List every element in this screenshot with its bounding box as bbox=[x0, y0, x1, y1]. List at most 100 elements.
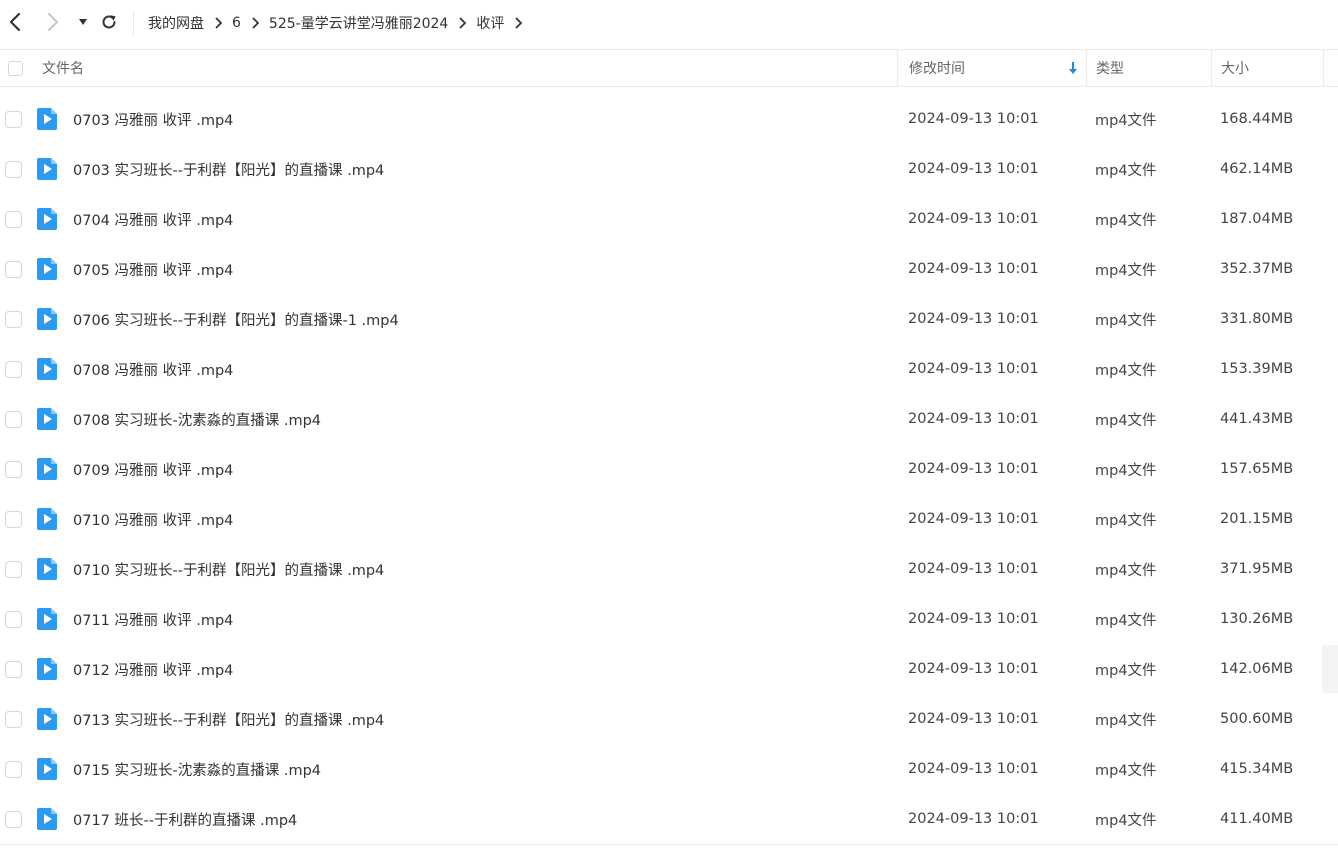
file-type: mp4文件 bbox=[1095, 462, 1157, 479]
file-type: mp4文件 bbox=[1095, 362, 1157, 379]
file-name[interactable]: 0710 冯雅丽 收评 .mp4 bbox=[73, 494, 233, 544]
file-browser: 我的网盘 6 525-量学云讲堂冯雅丽2024 收评 文件名 修改时间 类型 大… bbox=[0, 0, 1338, 862]
file-size: 411.40MB bbox=[1220, 811, 1294, 827]
refresh-button[interactable] bbox=[97, 10, 121, 34]
row-checkbox-cell bbox=[5, 744, 22, 794]
file-type: mp4文件 bbox=[1095, 112, 1157, 129]
row-checkbox-cell bbox=[5, 644, 22, 694]
file-type: mp4文件 bbox=[1095, 712, 1157, 729]
breadcrumb-chevron-icon bbox=[241, 17, 269, 29]
breadcrumb-item-course-folder[interactable]: 525-量学云讲堂冯雅丽2024 bbox=[269, 13, 448, 33]
row-checkbox[interactable] bbox=[5, 460, 22, 478]
row-checkbox[interactable] bbox=[5, 710, 22, 728]
row-checkbox-cell bbox=[5, 394, 22, 444]
file-row[interactable]: 0704 冯雅丽 收评 .mp4 2024-09-13 10:01 mp4文件 187… bbox=[0, 194, 1338, 244]
file-name[interactable]: 0709 冯雅丽 收评 .mp4 bbox=[73, 444, 233, 494]
row-checkbox[interactable] bbox=[5, 260, 22, 278]
file-name[interactable]: 0708 实习班长-沈素淼的直播课 .mp4 bbox=[73, 394, 321, 444]
row-checkbox-cell bbox=[5, 194, 22, 244]
file-name[interactable]: 0717 班长--于利群的直播课 .mp4 bbox=[73, 794, 297, 844]
video-file-icon bbox=[36, 594, 58, 644]
file-row[interactable]: 0717 班长--于利群的直播课 .mp4 2024-09-13 10:01 mp4… bbox=[0, 794, 1338, 844]
row-checkbox-cell bbox=[5, 444, 22, 494]
list-bottom-border bbox=[0, 844, 1338, 845]
row-checkbox[interactable] bbox=[5, 360, 22, 378]
video-file-icon bbox=[36, 144, 58, 194]
row-checkbox[interactable] bbox=[5, 760, 22, 778]
row-checkbox[interactable] bbox=[5, 110, 22, 128]
forward-button[interactable] bbox=[41, 10, 65, 34]
row-checkbox[interactable] bbox=[5, 310, 22, 328]
file-row[interactable]: 0710 实习班长--于利群【阳光】的直播课 .mp4 2024-09-13 10… bbox=[0, 544, 1338, 594]
file-name[interactable]: 0703 实习班长--于利群【阳光】的直播课 .mp4 bbox=[73, 144, 384, 194]
file-row[interactable]: 0708 冯雅丽 收评 .mp4 2024-09-13 10:01 mp4文件 153… bbox=[0, 344, 1338, 394]
file-row[interactable]: 0703 冯雅丽 收评 .mp4 2024-09-13 10:01 mp4文件 168… bbox=[0, 94, 1338, 144]
file-name[interactable]: 0712 冯雅丽 收评 .mp4 bbox=[73, 644, 233, 694]
row-checkbox[interactable] bbox=[5, 410, 22, 428]
file-row[interactable]: 0715 实习班长-沈素淼的直播课 .mp4 2024-09-13 10:01 mp… bbox=[0, 744, 1338, 794]
file-size: 441.43MB bbox=[1220, 411, 1294, 427]
scrollbar[interactable] bbox=[1322, 645, 1338, 693]
file-modified-time: 2024-09-13 10:01 bbox=[908, 561, 1039, 577]
column-header-type[interactable]: 类型 bbox=[1086, 50, 1211, 86]
file-row[interactable]: 0709 冯雅丽 收评 .mp4 2024-09-13 10:01 mp4文件 157… bbox=[0, 444, 1338, 494]
video-file-icon bbox=[36, 694, 58, 744]
chevron-right-icon bbox=[48, 13, 58, 31]
file-type: mp4文件 bbox=[1095, 612, 1157, 629]
row-checkbox[interactable] bbox=[5, 510, 22, 528]
file-size: 157.65MB bbox=[1220, 461, 1294, 477]
row-checkbox[interactable] bbox=[5, 210, 22, 228]
file-size: 130.26MB bbox=[1220, 611, 1294, 627]
file-modified-time: 2024-09-13 10:01 bbox=[908, 361, 1039, 377]
column-header-name[interactable]: 文件名 bbox=[42, 50, 897, 86]
breadcrumb-chevron-icon bbox=[448, 17, 476, 29]
file-type: mp4文件 bbox=[1095, 262, 1157, 279]
select-all-cell bbox=[8, 50, 30, 86]
file-row[interactable]: 0706 实习班长--于利群【阳光】的直播课-1 .mp4 2024-09-13 … bbox=[0, 294, 1338, 344]
file-row[interactable]: 0711 冯雅丽 收评 .mp4 2024-09-13 10:01 mp4文件 130… bbox=[0, 594, 1338, 644]
file-name[interactable]: 0711 冯雅丽 收评 .mp4 bbox=[73, 594, 233, 644]
file-row[interactable]: 0712 冯雅丽 收评 .mp4 2024-09-13 10:01 mp4文件 142… bbox=[0, 644, 1338, 694]
row-checkbox[interactable] bbox=[5, 660, 22, 678]
file-name[interactable]: 0710 实习班长--于利群【阳光】的直播课 .mp4 bbox=[73, 544, 384, 594]
history-dropdown-button[interactable] bbox=[71, 10, 95, 34]
back-button[interactable] bbox=[3, 10, 27, 34]
file-list-header: 文件名 修改时间 类型 大小 bbox=[0, 49, 1338, 87]
file-name[interactable]: 0705 冯雅丽 收评 .mp4 bbox=[73, 244, 233, 294]
file-type: mp4文件 bbox=[1095, 162, 1157, 179]
file-type: mp4文件 bbox=[1095, 762, 1157, 779]
file-name[interactable]: 0704 冯雅丽 收评 .mp4 bbox=[73, 194, 233, 244]
file-type: mp4文件 bbox=[1095, 412, 1157, 429]
row-checkbox-cell bbox=[5, 244, 22, 294]
file-name[interactable]: 0706 实习班长--于利群【阳光】的直播课-1 .mp4 bbox=[73, 294, 399, 344]
file-row[interactable]: 0703 实习班长--于利群【阳光】的直播课 .mp4 2024-09-13 10… bbox=[0, 144, 1338, 194]
file-name[interactable]: 0715 实习班长-沈素淼的直播课 .mp4 bbox=[73, 744, 321, 794]
breadcrumb-chevron-icon[interactable] bbox=[504, 17, 532, 29]
row-checkbox-cell bbox=[5, 294, 22, 344]
file-name[interactable]: 0703 冯雅丽 收评 .mp4 bbox=[73, 94, 233, 144]
breadcrumb-item-root[interactable]: 我的网盘 bbox=[148, 13, 204, 33]
select-all-checkbox[interactable] bbox=[8, 60, 23, 76]
breadcrumb-item-current[interactable]: 收评 bbox=[476, 13, 504, 33]
column-header-size[interactable]: 大小 bbox=[1211, 50, 1324, 86]
file-size: 142.06MB bbox=[1220, 661, 1294, 677]
file-name[interactable]: 0708 冯雅丽 收评 .mp4 bbox=[73, 344, 233, 394]
row-checkbox[interactable] bbox=[5, 160, 22, 178]
row-checkbox[interactable] bbox=[5, 560, 22, 578]
row-checkbox[interactable] bbox=[5, 810, 22, 828]
file-size: 187.04MB bbox=[1220, 211, 1294, 227]
file-row[interactable]: 0708 实习班长-沈素淼的直播课 .mp4 2024-09-13 10:01 mp… bbox=[0, 394, 1338, 444]
file-type: mp4文件 bbox=[1095, 512, 1157, 529]
file-name[interactable]: 0713 实习班长--于利群【阳光】的直播课 .mp4 bbox=[73, 694, 384, 744]
row-checkbox[interactable] bbox=[5, 610, 22, 628]
file-row[interactable]: 0713 实习班长--于利群【阳光】的直播课 .mp4 2024-09-13 10… bbox=[0, 694, 1338, 744]
column-header-modified-time[interactable]: 修改时间 bbox=[897, 50, 1086, 86]
file-type: mp4文件 bbox=[1095, 662, 1157, 679]
file-row[interactable]: 0705 冯雅丽 收评 .mp4 2024-09-13 10:01 mp4文件 352… bbox=[0, 244, 1338, 294]
caret-down-icon bbox=[79, 19, 87, 25]
file-modified-time: 2024-09-13 10:01 bbox=[908, 261, 1039, 277]
video-file-icon bbox=[36, 344, 58, 394]
file-row[interactable]: 0710 冯雅丽 收评 .mp4 2024-09-13 10:01 mp4文件 201… bbox=[0, 494, 1338, 544]
breadcrumb-item-folder-6[interactable]: 6 bbox=[232, 15, 241, 31]
row-checkbox-cell bbox=[5, 594, 22, 644]
